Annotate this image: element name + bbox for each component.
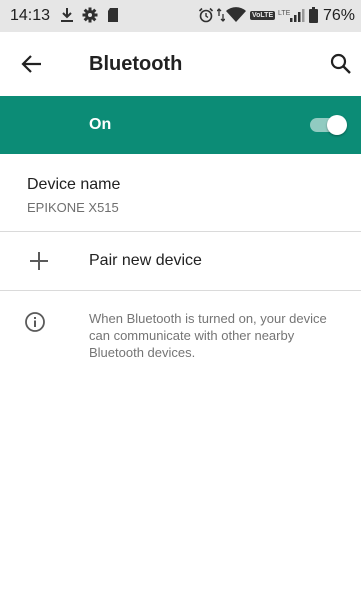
info-icon (25, 312, 45, 332)
download-icon (60, 7, 74, 23)
sd-card-icon (107, 7, 119, 23)
bluetooth-master-switch[interactable]: On (0, 96, 361, 154)
info-text: When Bluetooth is turned on, your device… (89, 311, 327, 360)
plus-icon (30, 252, 48, 270)
search-button[interactable] (328, 51, 354, 77)
search-icon (330, 53, 351, 74)
page-title: Bluetooth (89, 53, 183, 75)
app-toolbar: Bluetooth (0, 32, 361, 96)
status-bar: 14:13 VoLTE LTE 76% (0, 0, 361, 32)
device-name-value: EPIKONE X515 (27, 200, 119, 215)
device-name-title: Device name (27, 176, 121, 193)
wifi-icon (226, 7, 246, 23)
data-arrows-icon (217, 7, 225, 23)
signal-icon (289, 7, 305, 23)
settings-gear-icon (82, 7, 98, 23)
back-button[interactable] (18, 50, 46, 78)
switch-state-label: On (89, 116, 112, 133)
device-name-row[interactable]: Device name EPIKONE X515 (0, 154, 361, 231)
info-footer: When Bluetooth is turned on, your device… (0, 291, 361, 381)
volte-icon: VoLTE (250, 10, 276, 20)
pair-new-device-row[interactable]: Pair new device (0, 232, 361, 290)
status-time: 14:13 (10, 7, 51, 24)
pair-new-device-label: Pair new device (89, 252, 202, 269)
alarm-icon (198, 7, 214, 23)
toggle-thumb (327, 115, 347, 135)
bluetooth-toggle[interactable] (307, 113, 349, 137)
arrow-back-icon (21, 55, 41, 73)
battery-percentage: 76% (322, 7, 355, 24)
battery-icon (309, 7, 318, 23)
